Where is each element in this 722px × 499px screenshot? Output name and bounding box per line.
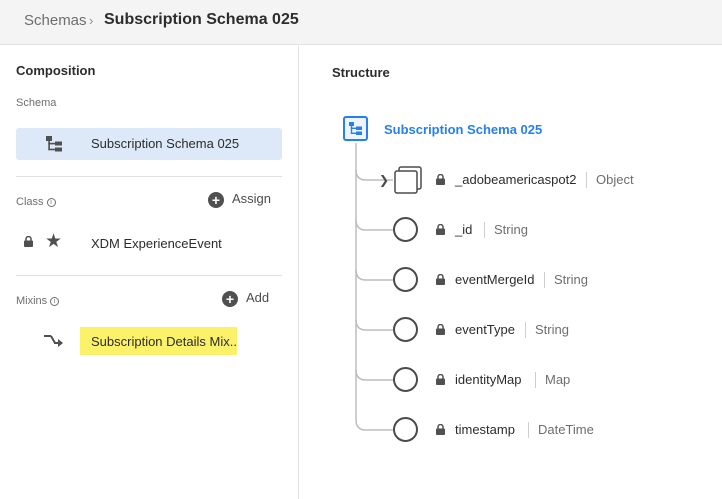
field-name: eventType [455, 322, 515, 337]
divider [16, 275, 282, 276]
field-row[interactable]: eventType String [300, 315, 722, 345]
info-icon[interactable]: i [46, 197, 56, 207]
field-row[interactable]: eventMergeId String [300, 265, 722, 295]
breadcrumb-current: Subscription Schema 025 [104, 11, 299, 28]
mixins-section-label: Mixins i [16, 295, 60, 307]
field-node-circle [393, 417, 418, 442]
field-row[interactable]: timestamp DateTime [300, 415, 722, 445]
add-label: Add [246, 290, 270, 305]
field-name: eventMergeId [455, 272, 535, 287]
field-name: _adobeamericaspot2 [455, 172, 577, 187]
root-schema-name[interactable]: Subscription Schema 025 [384, 122, 542, 137]
lock-icon [436, 174, 445, 185]
field-type: DateTime [528, 422, 594, 438]
divider [16, 176, 282, 177]
schema-item-label: Subscription Schema 025 [91, 136, 240, 151]
lock-icon [24, 236, 33, 247]
schema-tree-icon [46, 136, 62, 152]
field-node-circle [393, 267, 418, 292]
assign-label: Assign [232, 191, 272, 206]
class-section-label: Class i [16, 196, 56, 208]
lock-icon [436, 424, 445, 435]
breadcrumb-schemas-link[interactable]: Schemas [24, 12, 87, 29]
field-name: _id [455, 222, 473, 237]
add-mixin-button[interactable]: + Add [222, 290, 269, 307]
schema-tree-icon [349, 122, 362, 135]
root-schema-icon[interactable] [343, 116, 368, 141]
mixin-arrow-icon [44, 335, 63, 347]
lock-icon [436, 224, 445, 235]
field-type: Object [586, 172, 634, 188]
composition-title: Composition [16, 63, 96, 78]
add-circle-icon: + [208, 191, 224, 208]
assign-button[interactable]: + Assign [208, 191, 271, 208]
mixins-label-text: Mixins [16, 295, 48, 307]
schema-section-label: Schema [16, 97, 57, 109]
star-icon: ★ [45, 231, 63, 252]
field-type: String [484, 222, 528, 238]
schema-item[interactable]: Subscription Schema 025 [16, 128, 282, 160]
field-type: String [525, 322, 569, 338]
field-row-object[interactable]: ❯ _adobeamericaspot2 Object [300, 165, 722, 195]
field-node-circle [393, 317, 418, 342]
add-circle-icon: + [222, 290, 238, 307]
breadcrumb-bar: Schemas › Subscription Schema 025 [0, 0, 722, 45]
field-node-circle [393, 217, 418, 242]
composition-panel: Composition Schema Subscription Schema 0… [0, 46, 299, 499]
chevron-right-icon[interactable]: ❯ [379, 173, 389, 187]
info-icon[interactable]: i [50, 296, 60, 306]
field-type: String [544, 272, 588, 288]
object-node-icon [394, 166, 422, 194]
class-item-label[interactable]: XDM ExperienceEvent [91, 236, 222, 251]
lock-icon [436, 274, 445, 285]
field-type: Map [535, 372, 570, 388]
breadcrumb-separator-icon: › [89, 13, 94, 28]
lock-icon [436, 324, 445, 335]
field-row[interactable]: _id String [300, 215, 722, 245]
structure-panel: Structure Subscription Schema 025 ❯ _ado… [300, 46, 722, 499]
mixin-item[interactable]: Subscription Details Mix... [80, 327, 237, 355]
class-label-text: Class [16, 196, 44, 208]
field-node-circle [393, 367, 418, 392]
field-row[interactable]: identityMap Map [300, 365, 722, 395]
lock-icon [436, 374, 445, 385]
field-name: timestamp [455, 422, 515, 437]
field-name: identityMap [455, 372, 522, 387]
